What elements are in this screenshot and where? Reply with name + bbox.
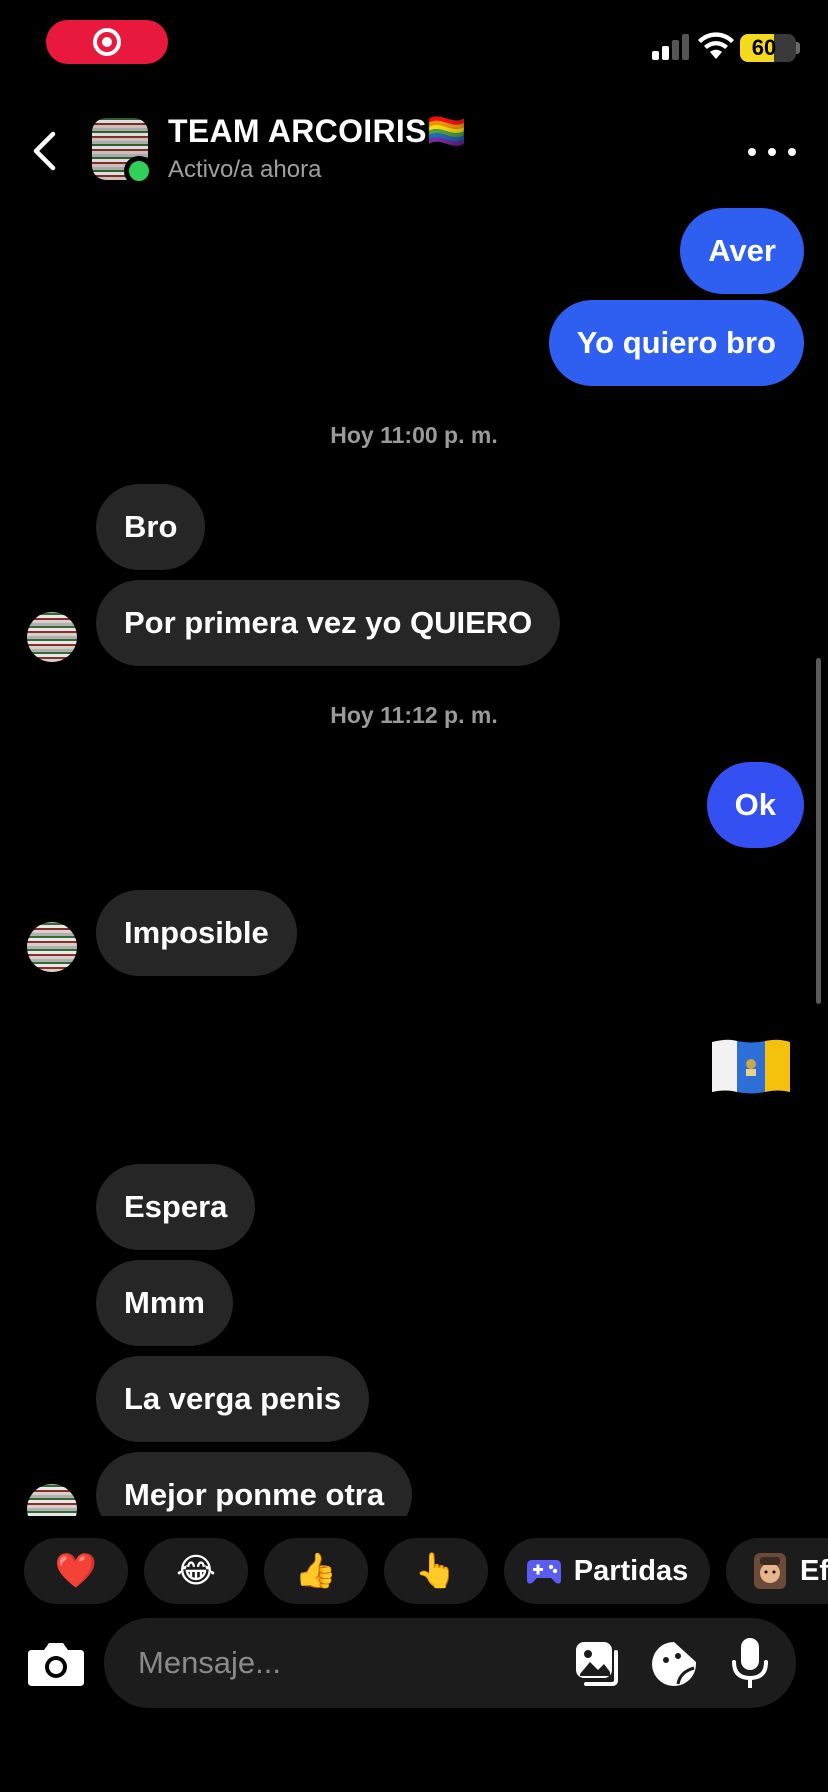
back-arrow-icon [33,131,56,171]
message-composer [0,1618,828,1710]
gallery-icon[interactable] [574,1640,622,1688]
reaction-pointing-button[interactable]: 👆 [384,1538,488,1604]
sticker-icon[interactable] [650,1640,698,1688]
chat-header: TEAM ARCOIRIS🏳️‍🌈 Activo/a ahora [0,100,828,204]
screen-record-indicator[interactable] [46,20,168,64]
message-bubble-incoming[interactable]: Mmm [96,1260,233,1346]
sender-avatar[interactable] [27,922,77,972]
effects-avatar-icon [754,1553,786,1589]
mic-icon[interactable] [730,1636,770,1690]
camera-icon[interactable] [26,1638,86,1690]
message-bubble-outgoing[interactable]: Ok [706,762,804,848]
message-bubble-incoming[interactable]: Imposible [96,890,297,976]
message-input-container[interactable] [104,1618,796,1708]
reaction-heart-button[interactable]: ❤️ [24,1538,128,1604]
scrollbar[interactable] [816,658,821,1004]
message-input[interactable] [138,1636,538,1690]
message-timestamp: Hoy 11:12 p. m. [330,702,498,728]
back-button[interactable] [26,128,62,174]
sender-avatar[interactable] [27,612,77,662]
canary-flag-icon[interactable] [708,1036,794,1096]
games-label: Partidas [573,1554,689,1587]
more-dots-icon[interactable] [748,140,796,164]
message-bubble-outgoing[interactable]: Aver [680,208,804,294]
effects-label: Efe [800,1554,828,1587]
wifi-icon [698,32,734,59]
record-icon [93,28,121,56]
quick-reactions-bar: ❤️ 😂 👍 👆 Partidas Efe [0,1538,828,1604]
online-status-dot [124,156,154,186]
battery-icon: 60 [740,34,796,62]
status-bar: 60 [0,0,828,90]
message-bubble-incoming[interactable]: Mejor ponme otra [96,1452,413,1516]
chat-status: Activo/a ahora [168,156,322,183]
signal-icon [652,34,689,60]
battery-level: 60 [751,35,777,60]
games-button[interactable]: Partidas [504,1538,710,1604]
reaction-laugh-button[interactable]: 😂 [144,1538,248,1604]
reaction-thumbs-up-button[interactable]: 👍 [264,1538,368,1604]
message-list[interactable]: Aver Yo quiero bro Hoy 11:00 p. m. Bro P… [0,204,828,1516]
chat-title[interactable]: TEAM ARCOIRIS🏳️‍🌈 [168,112,467,150]
message-bubble-incoming[interactable]: La verga penis [96,1356,370,1442]
message-timestamp: Hoy 11:00 p. m. [330,422,498,448]
effects-button[interactable]: Efe [726,1538,828,1604]
sender-avatar[interactable] [27,1484,77,1516]
message-bubble-incoming[interactable]: Espera [96,1164,256,1250]
message-bubble-incoming[interactable]: Bro [96,484,206,570]
message-bubble-incoming[interactable]: Por primera vez yo QUIERO [96,580,561,666]
message-bubble-outgoing[interactable]: Yo quiero bro [548,300,804,386]
gamepad-icon [526,1560,561,1584]
